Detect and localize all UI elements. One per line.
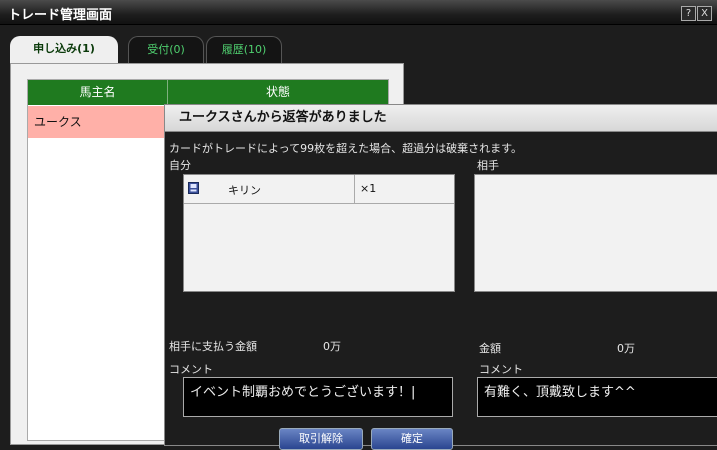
tab-bar: 申し込み(1) 受付(0) 履歴(10) [10, 36, 300, 65]
mine-items-list: キリン ×1 [183, 174, 455, 292]
tab-received[interactable]: 受付(0) [128, 36, 204, 63]
column-header-status: 状態 [265, 85, 290, 99]
close-button[interactable]: X [697, 6, 712, 21]
mine-comment-field[interactable]: イベント制覇おめでとうございます！| [183, 377, 453, 417]
confirm-button[interactable]: 確定 [371, 428, 453, 450]
partner-comment-text: 有難く、頂戴致します^^ [484, 385, 636, 400]
window-title: トレード管理画面 [8, 8, 113, 23]
partner-amount-value: 0万 [617, 342, 635, 355]
column-header-owner: 馬主名 [28, 80, 168, 105]
text-cursor: | [411, 385, 416, 400]
window-titlebar: トレード管理画面 ? X [0, 0, 717, 25]
table-header: 馬主名 状態 [28, 80, 388, 105]
tab-applications[interactable]: 申し込み(1) [10, 36, 118, 65]
owner-name-cell: ユークス [34, 115, 82, 129]
mine-comment-label: コメント [169, 363, 213, 376]
item-quantity: ×1 [360, 182, 377, 195]
help-button[interactable]: ? [681, 6, 696, 21]
dialog-title: ユークスさんから返答がありました [165, 105, 717, 132]
partner-items-list [474, 174, 717, 292]
reply-dialog: ユークスさんから返答がありました カードがトレードによって99枚を超えた場合、超… [164, 104, 717, 450]
item-name: キリン [228, 184, 261, 197]
partner-label: 相手 [477, 159, 499, 172]
list-item[interactable]: キリン ×1 [184, 175, 454, 204]
partner-amount-label: 金額 [479, 342, 501, 355]
card-limit-notice: カードがトレードによって99枚を超えた場合、超過分は破棄されます。 [169, 142, 523, 155]
card-icon [188, 182, 199, 194]
partner-comment-field: 有難く、頂戴致します^^ [477, 377, 717, 417]
cancel-trade-button[interactable]: 取引解除 [279, 428, 363, 450]
pay-amount-value: 0万 [323, 340, 341, 353]
partner-comment-label: コメント [479, 363, 523, 376]
tab-history[interactable]: 履歴(10) [206, 36, 282, 63]
pay-amount-label: 相手に支払う金額 [169, 340, 257, 353]
mine-comment-text: イベント制覇おめでとうございます！ [190, 385, 412, 400]
column-divider [354, 175, 355, 203]
mine-label: 自分 [169, 159, 191, 172]
